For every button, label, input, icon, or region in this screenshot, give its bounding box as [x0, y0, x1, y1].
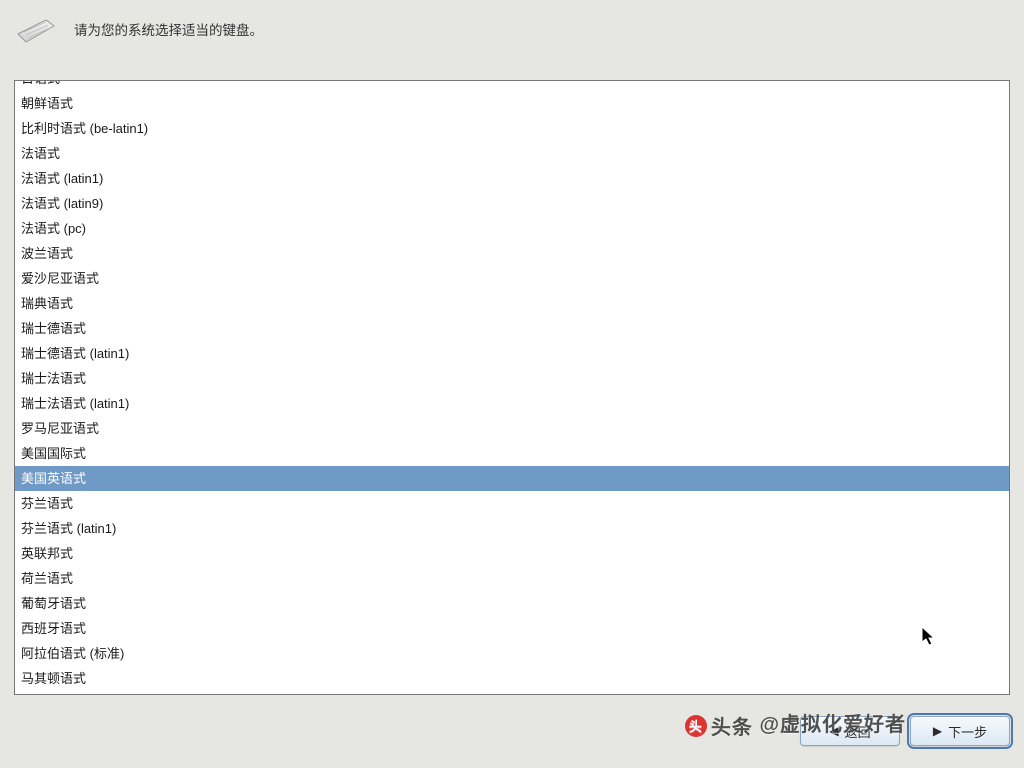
next-button-label: 下一步 — [948, 722, 987, 741]
list-item[interactable]: 爱沙尼亚语式 — [15, 266, 1009, 291]
list-item[interactable]: 瑞士德语式 (latin1) — [15, 341, 1009, 366]
list-item[interactable]: 比利时语式 (be-latin1) — [15, 116, 1009, 141]
scroll-spacer-bottom — [15, 691, 1009, 695]
list-item[interactable]: 瑞士法语式 — [15, 366, 1009, 391]
watermark-logo-icon: 头 — [685, 715, 707, 737]
list-item[interactable]: 法语式 (pc) — [15, 216, 1009, 241]
list-item[interactable]: 波兰语式 — [15, 241, 1009, 266]
list-item[interactable]: 瑞士法语式 (latin1) — [15, 391, 1009, 416]
watermark-prefix: 头条 — [711, 711, 753, 740]
list-item[interactable]: 瑞典语式 — [15, 291, 1009, 316]
list-item[interactable]: 朝鲜语式 — [15, 91, 1009, 116]
watermark-logo: 头 头条 — [685, 711, 753, 740]
list-item[interactable]: 瑞士德语式 — [15, 316, 1009, 341]
wizard-button-row: ◀ 返回 ▶ 下一步 — [800, 716, 1010, 746]
arrow-left-icon: ◀ — [829, 724, 838, 738]
list-item[interactable]: 法语式 — [15, 141, 1009, 166]
instruction-text: 请为您的系统选择适当的键盘。 — [74, 19, 263, 39]
list-item[interactable]: 马其顿语式 — [15, 666, 1009, 691]
list-item[interactable]: 美国国际式 — [15, 441, 1009, 466]
list-item[interactable]: 罗马尼亚语式 — [15, 416, 1009, 441]
back-button[interactable]: ◀ 返回 — [800, 716, 900, 746]
list-item[interactable]: 芬兰语式 (latin1) — [15, 516, 1009, 541]
arrow-right-icon: ▶ — [933, 724, 942, 738]
list-item[interactable]: 法语式 (latin9) — [15, 191, 1009, 216]
list-item[interactable]: 日语式 — [15, 81, 1009, 91]
list-item[interactable]: 美国英语式 — [15, 466, 1009, 491]
list-item[interactable]: 英联邦式 — [15, 541, 1009, 566]
list-item[interactable]: 芬兰语式 — [15, 491, 1009, 516]
header: 请为您的系统选择适当的键盘。 — [16, 14, 263, 44]
list-item[interactable]: 西班牙语式 — [15, 616, 1009, 641]
list-item[interactable]: 阿拉伯语式 (标准) — [15, 641, 1009, 666]
list-item[interactable]: 葡萄牙语式 — [15, 591, 1009, 616]
list-item[interactable]: 荷兰语式 — [15, 566, 1009, 591]
next-button[interactable]: ▶ 下一步 — [910, 716, 1010, 746]
list-item-label: 日语式 — [21, 81, 60, 91]
keyboard-layout-list[interactable]: 日语式朝鲜语式比利时语式 (be-latin1)法语式法语式 (latin1)法… — [14, 80, 1010, 695]
list-item[interactable]: 法语式 (latin1) — [15, 166, 1009, 191]
back-button-label: 返回 — [845, 722, 871, 741]
keyboard-icon — [16, 14, 56, 44]
